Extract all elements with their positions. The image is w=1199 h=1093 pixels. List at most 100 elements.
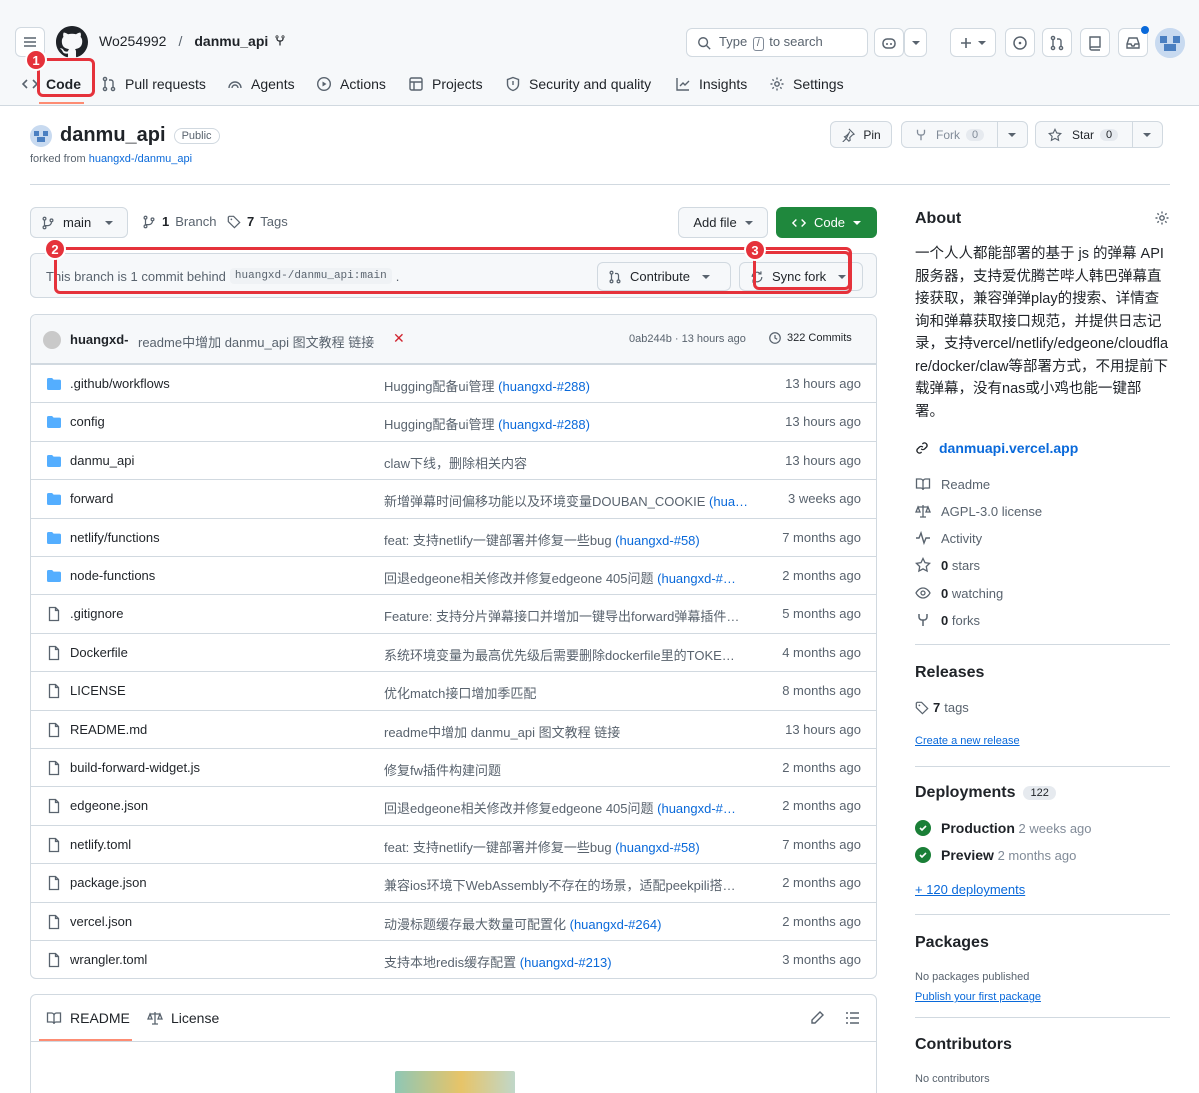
avatar[interactable]: [43, 331, 61, 349]
star-button[interactable]: Star 0: [1035, 121, 1163, 148]
tab-license[interactable]: License: [147, 1010, 219, 1026]
file-name[interactable]: vercel.json: [70, 914, 132, 929]
file-name[interactable]: wrangler.toml: [70, 952, 147, 967]
table-row[interactable]: build-forward-widget.js 修复fw插件构建问题 2 month…: [31, 748, 876, 786]
file-commit-pr-link[interactable]: (hua…: [709, 494, 748, 509]
status-failed-icon[interactable]: ✕: [393, 330, 405, 347]
website-link[interactable]: danmuapi.vercel.app: [915, 440, 1078, 456]
file-commit-pr-link[interactable]: (huangxd-#288): [498, 417, 590, 432]
commit-message[interactable]: readme中增加 danmu_api 图文教程 链接: [138, 332, 374, 351]
pull-requests-button[interactable]: [1042, 28, 1072, 57]
branches-link[interactable]: 1 Branch: [142, 214, 216, 229]
tab-agents[interactable]: Agents: [227, 74, 295, 94]
table-row[interactable]: vercel.json 动漫标题缓存最大数量可配置化 (huangxd-#264)…: [31, 901, 876, 940]
file-name[interactable]: build-forward-widget.js: [70, 760, 200, 775]
license-link[interactable]: AGPL-3.0 license: [915, 503, 1042, 519]
table-row[interactable]: forward 新增弹幕时间偏移功能以及环境变量DOUBAN_COOKIE (hu…: [31, 479, 876, 517]
contributors-heading[interactable]: Contributors: [915, 1036, 1012, 1054]
file-name[interactable]: package.json: [70, 875, 147, 890]
file-commit-message[interactable]: Feature: 支持分片弹幕接口并增加一键导出forward弹幕插件…: [384, 606, 754, 625]
file-name[interactable]: netlify/functions: [70, 530, 160, 545]
releases-heading[interactable]: Releases: [915, 664, 984, 682]
file-commit-message[interactable]: 修复fw插件构建问题: [384, 760, 754, 779]
owner-link[interactable]: Wo254992: [99, 33, 166, 49]
table-row[interactable]: netlify.toml feat: 支持netlify一键部署并修复一些bug …: [31, 824, 876, 863]
file-name[interactable]: README.md: [70, 722, 147, 737]
file-commit-message[interactable]: 支持本地redis缓存配置 (huangxd-#213): [384, 952, 754, 971]
file-commit-message[interactable]: 兼容ios环境下WebAssembly不存在的场景，适配peekpili搭…: [384, 875, 754, 894]
file-commit-message[interactable]: feat: 支持netlify一键部署并修复一些bug (huangxd-#58…: [384, 837, 754, 856]
deployments-heading[interactable]: Deployments 122: [915, 784, 1056, 802]
file-commit-message[interactable]: 回退edgeone相关修改并修复edgeone 405问题 (huangxd-#…: [384, 798, 754, 817]
search-input[interactable]: Type / to search: [686, 28, 868, 57]
github-logo-icon[interactable]: [56, 26, 88, 58]
file-commit-message[interactable]: Hugging配备ui管理 (huangxd-#288): [384, 376, 754, 395]
table-row[interactable]: .gitignore Feature: 支持分片弹幕接口并增加一键导出forwar…: [31, 594, 876, 632]
copilot-button[interactable]: [874, 28, 904, 57]
add-file-button[interactable]: Add file: [678, 207, 768, 238]
branch-select[interactable]: main: [30, 207, 128, 238]
deployment-preview[interactable]: Preview 2 months ago: [915, 847, 1076, 863]
file-commit-message[interactable]: Hugging配备ui管理 (huangxd-#288): [384, 414, 754, 433]
fork-menu-button[interactable]: [996, 122, 1027, 147]
file-commit-message[interactable]: readme中增加 danmu_api 图文教程 链接: [384, 722, 754, 741]
file-commit-pr-link[interactable]: (huangxd-#58): [615, 840, 700, 855]
file-name[interactable]: node-functions: [70, 568, 155, 583]
readme-link[interactable]: Readme: [915, 476, 990, 492]
code-button[interactable]: Code: [776, 207, 877, 238]
repo-link[interactable]: danmu_api: [194, 33, 268, 49]
table-row[interactable]: Dockerfile 系统环境变量为最高优先级后需要删除dockerfile里的T…: [31, 632, 876, 671]
tab-insights[interactable]: Insights: [675, 74, 747, 94]
table-row[interactable]: netlify/functions feat: 支持netlify一键部署并修复一…: [31, 517, 876, 556]
file-commit-pr-link[interactable]: (huangxd-#…: [657, 571, 736, 586]
file-commit-message[interactable]: 优化match接口增加季匹配: [384, 683, 754, 702]
forked-from-link[interactable]: huangxd-/danmu_api: [89, 153, 192, 165]
avatar[interactable]: [1155, 28, 1185, 58]
file-name[interactable]: danmu_api: [70, 453, 134, 468]
table-row[interactable]: LICENSE 优化match接口增加季匹配 8 months ago: [31, 671, 876, 709]
tab-projects[interactable]: Projects: [408, 74, 483, 94]
tab-settings[interactable]: Settings: [769, 74, 844, 94]
file-name[interactable]: .github/workflows: [70, 376, 170, 391]
table-row[interactable]: config Hugging配备ui管理 (huangxd-#288) 13 hou…: [31, 402, 876, 440]
table-row[interactable]: edgeone.json 回退edgeone相关修改并修复edgeone 405问…: [31, 786, 876, 824]
deployment-production[interactable]: Production 2 weeks ago: [915, 820, 1092, 836]
commit-sha-time[interactable]: 0ab244b · 13 hours ago: [629, 333, 746, 345]
copilot-menu-button[interactable]: [904, 28, 927, 57]
tags-link[interactable]: 7 Tags: [227, 214, 288, 229]
file-name[interactable]: LICENSE: [70, 683, 126, 698]
file-commit-message[interactable]: 回退edgeone相关修改并修复edgeone 405问题 (huangxd-#…: [384, 568, 754, 587]
commits-link[interactable]: 322 Commits: [768, 331, 852, 345]
pin-button[interactable]: Pin: [830, 121, 892, 148]
tab-readme[interactable]: README: [46, 1010, 130, 1026]
file-commit-pr-link[interactable]: (huangxd-#58): [615, 533, 700, 548]
table-row[interactable]: danmu_api claw下线，删除相关内容 13 hours ago: [31, 440, 876, 479]
tab-pull-requests[interactable]: Pull requests: [101, 74, 206, 94]
file-commit-message[interactable]: claw下线，删除相关内容: [384, 453, 754, 472]
table-row[interactable]: .github/workflows Hugging配备ui管理 (huangxd-…: [31, 364, 876, 402]
file-name[interactable]: edgeone.json: [70, 798, 148, 813]
table-row[interactable]: package.json 兼容ios环境下WebAssembly不存在的场景，适配…: [31, 863, 876, 901]
file-commit-message[interactable]: 系统环境变量为最高优先级后需要删除dockerfile里的TOKE…: [384, 645, 754, 664]
file-commit-message[interactable]: 新增弹幕时间偏移功能以及环境变量DOUBAN_COOKIE (hua…: [384, 491, 754, 510]
star-menu-button[interactable]: [1131, 122, 1162, 147]
file-name[interactable]: forward: [70, 491, 113, 506]
file-name[interactable]: Dockerfile: [70, 645, 128, 660]
issues-button[interactable]: [1005, 28, 1035, 57]
file-commit-pr-link[interactable]: (huangxd-#264): [570, 917, 662, 932]
file-commit-pr-link[interactable]: (huangxd-#288): [498, 379, 590, 394]
stars-link[interactable]: 0 stars: [915, 557, 980, 573]
table-row[interactable]: wrangler.toml 支持本地redis缓存配置 (huangxd-#213…: [31, 940, 876, 978]
watchers-link[interactable]: 0 watching: [915, 585, 1003, 601]
forks-link[interactable]: 0 forks: [915, 612, 980, 628]
edit-readme-button[interactable]: [809, 1010, 825, 1026]
file-commit-message[interactable]: feat: 支持netlify一键部署并修复一些bug (huangxd-#58…: [384, 530, 754, 549]
table-row[interactable]: node-functions 回退edgeone相关修改并修复edgeone 40…: [31, 556, 876, 594]
more-deployments-link[interactable]: + 120 deployments: [915, 882, 1025, 897]
repositories-button[interactable]: [1080, 28, 1110, 57]
tab-actions[interactable]: Actions: [316, 74, 386, 94]
fork-button[interactable]: Fork 0: [901, 121, 1028, 148]
file-name[interactable]: config: [70, 414, 105, 429]
tab-security[interactable]: Security and quality: [505, 74, 651, 94]
create-release-link[interactable]: Create a new release: [915, 735, 1020, 747]
